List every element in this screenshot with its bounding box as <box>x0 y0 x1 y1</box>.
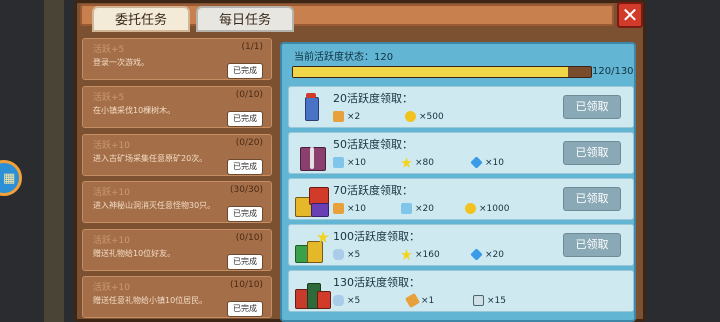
reward-item: ×20 <box>401 201 434 217</box>
task-progress: (10/10) <box>230 280 263 290</box>
reward-130-icon <box>295 275 331 309</box>
activity-progress-fill <box>293 67 569 77</box>
star-icon <box>401 249 412 260</box>
reward-item: ×80 <box>401 155 434 171</box>
task-item: 活跃+5 (0/10) 在小镇采伐10棵树木。 已完成 <box>82 86 272 128</box>
reward-item: ×1 <box>404 292 434 309</box>
task-completed-button[interactable]: 已完成 <box>227 111 263 127</box>
reward-row: 70活跃度领取： ×10 ×20 ×1000 已领取 <box>288 178 634 220</box>
task-item: 活跃+5 (1/1) 登录一次游戏。 已完成 <box>82 38 272 80</box>
reward-item: ×10 <box>470 155 504 171</box>
reward-item: ×5 <box>333 293 360 309</box>
task-description: 进入神秘山洞消灭任意怪物30只。 <box>93 201 216 210</box>
task-progress: (1/1) <box>241 42 263 52</box>
task-reward: 活跃+10 <box>93 236 130 246</box>
reward-row: 130活跃度领取： ×5 ×1 ×15 <box>288 270 634 312</box>
reward-item: ×5 <box>333 247 360 263</box>
task-reward: 活跃+10 <box>93 283 130 293</box>
task-description: 在小镇采伐10棵树木。 <box>93 106 176 115</box>
potion-icon <box>333 203 344 214</box>
task-progress: (0/10) <box>235 233 263 243</box>
activity-progress-bar <box>292 66 592 78</box>
close-icon: ✕ <box>621 3 639 27</box>
reward-row: 50活跃度领取： ×10 ×80 ×10 已领取 <box>288 132 634 174</box>
tab-daily-tasks[interactable]: 每日任务 <box>196 6 294 32</box>
task-description: 登录一次游戏。 <box>93 58 149 67</box>
reward-item: ×10 <box>333 201 366 217</box>
reward-item: ×10 <box>333 155 366 171</box>
task-progress: (0/10) <box>235 90 263 100</box>
reward-item: ×2 <box>333 109 360 125</box>
task-item: 活跃+10 (30/30) 进入神秘山洞消灭任意怪物30只。 已完成 <box>82 181 272 223</box>
blue-bag-icon <box>333 295 344 306</box>
task-completed-button[interactable]: 已完成 <box>227 63 263 79</box>
reward-title: 20活跃度领取： <box>333 92 413 105</box>
blue-gem-icon <box>470 156 483 169</box>
reward-item: ×1000 <box>465 201 509 217</box>
star-icon <box>401 157 412 168</box>
task-item: 活跃+10 (10/10) 赠送任意礼物给小镇10位居民。 已完成 <box>82 276 272 318</box>
task-progress: (30/30) <box>230 185 263 195</box>
potion-icon <box>333 111 344 122</box>
task-description: 赠送礼物给10位好友。 <box>93 249 176 258</box>
task-reward: 活跃+5 <box>93 45 125 55</box>
grid-icon: ▦ <box>3 171 16 186</box>
task-description: 赠送任意礼物给小镇10位居民。 <box>93 296 208 305</box>
activity-status-label: 当前活跃度状态：120 <box>294 52 394 63</box>
blue-bag-icon <box>333 249 344 260</box>
task-completed-button[interactable]: 已完成 <box>227 301 263 317</box>
activity-progress-text: 120/130 <box>592 66 634 77</box>
reward-70-icon <box>295 183 329 217</box>
reward-title: 130活跃度领取： <box>333 276 420 289</box>
task-progress: (0/20) <box>235 138 263 148</box>
tab-commission-tasks[interactable]: 委托任务 <box>92 6 190 32</box>
task-item: 活跃+10 (0/20) 进入古矿场采集任意原矿20次。 已完成 <box>82 134 272 176</box>
claimed-button[interactable]: 已领取 <box>563 141 621 165</box>
claimed-button[interactable]: 已领取 <box>563 95 621 119</box>
task-reward: 活跃+10 <box>93 141 130 151</box>
reward-item: ×500 <box>405 109 444 125</box>
task-list[interactable]: 活跃+5 (1/1) 登录一次游戏。 已完成 活跃+5 (0/10) 在小镇采伐… <box>82 38 274 322</box>
scroll-icon <box>404 292 421 309</box>
task-item: 活跃+10 (0/10) 赠送礼物给10位好友。 已完成 <box>82 229 272 271</box>
task-completed-button[interactable]: 已完成 <box>227 159 263 175</box>
background-pillar <box>44 0 64 322</box>
reward-title: 70活跃度领取： <box>333 184 413 197</box>
blue-gem-icon <box>470 248 483 261</box>
reward-50-icon <box>295 137 329 171</box>
reward-item: ×20 <box>470 247 504 263</box>
task-reward: 活跃+5 <box>93 93 125 103</box>
reward-item: ×15 <box>473 293 506 309</box>
gold-coin-icon <box>405 111 416 122</box>
task-description: 进入古矿场采集任意原矿20次。 <box>93 154 208 163</box>
reward-row: 20活跃度领取： ×2 ×500 已领取 <box>288 86 634 128</box>
reward-row: 100活跃度领取： ×5 ×160 ×20 已领取 <box>288 224 634 266</box>
task-reward: 活跃+10 <box>93 188 130 198</box>
task-completed-button[interactable]: 已完成 <box>227 206 263 222</box>
close-button[interactable]: ✕ <box>617 2 643 28</box>
gold-coin-icon <box>465 203 476 214</box>
claimed-button[interactable]: 已领取 <box>563 233 621 257</box>
reward-20-icon <box>295 91 329 125</box>
ticket-icon <box>473 295 484 306</box>
activity-reward-panel[interactable]: 当前活跃度状态：120 120/130 20活跃度领取： ×2 ×500 已领取… <box>280 42 636 322</box>
task-completed-button[interactable]: 已完成 <box>227 254 263 270</box>
bottle-icon <box>401 203 412 214</box>
reward-title: 50活跃度领取： <box>333 138 413 151</box>
reward-title: 100活跃度领取： <box>333 230 420 243</box>
reward-item: ×160 <box>401 247 440 263</box>
bottle-icon <box>333 157 344 168</box>
claimed-button[interactable]: 已领取 <box>563 187 621 211</box>
reward-100-icon <box>295 229 329 263</box>
